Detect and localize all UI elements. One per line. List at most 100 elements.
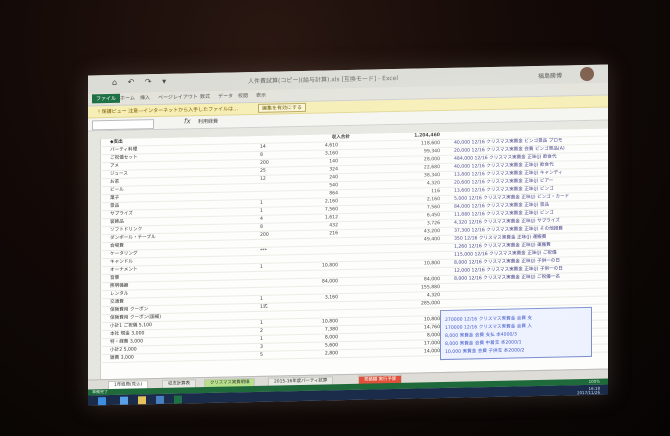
- cell-unit: 2: [260, 328, 263, 334]
- cell-amt: [350, 173, 390, 174]
- cell-qty: [298, 254, 338, 255]
- cell-unit: 1: [260, 320, 263, 326]
- cell-amt: [350, 221, 390, 222]
- cell-amt: [350, 245, 390, 246]
- cell-unit: 8: [260, 152, 263, 158]
- cell-unit: 200: [260, 160, 269, 166]
- cell-tot: 7,560: [426, 205, 440, 211]
- enable-editing-button[interactable]: 編集を有効にする: [258, 102, 307, 113]
- cell-qty: [298, 246, 338, 247]
- cell-amt: [350, 157, 390, 158]
- tab-file[interactable]: ファイル: [92, 93, 121, 104]
- cell-tot: 285,000: [421, 301, 440, 307]
- user-name[interactable]: 福島勝博: [538, 71, 562, 81]
- cell-tot: [400, 308, 440, 309]
- cell-qty: 540: [329, 183, 338, 189]
- cell-amt: [350, 285, 390, 286]
- cell-qty: 432: [329, 223, 338, 229]
- spreadsheet-grid[interactable]: ◆支出 収入合計 1,204,460 パーティ料理 14 4,610 118,600 4…: [88, 128, 608, 380]
- cell-unit: 1式: [260, 304, 268, 310]
- cell-unit: 8: [260, 224, 263, 230]
- clock[interactable]: 16:18 2017/11/26: [577, 386, 600, 395]
- notice-text: ! 保護ビュー 注意—インターネットから入手したファイルは…: [98, 106, 239, 116]
- cell-qty: 2,160: [324, 199, 338, 205]
- cell-amt: [350, 253, 390, 254]
- quick-access-toolbar[interactable]: ⌂ ↶ ↷ ▾: [112, 77, 170, 87]
- projected-screen: ⌂ ↶ ↷ ▾ 人件費試算(コピー)(給与計算).xls [互換モード] - E…: [88, 64, 608, 406]
- cell-amt: [350, 165, 390, 166]
- fx-icon[interactable]: fx: [184, 117, 191, 125]
- cell-amt: [350, 141, 390, 142]
- cell-tot: 38,340: [423, 173, 440, 179]
- cell-qty: 3,160: [324, 151, 338, 157]
- cell-tot: 10,800: [423, 261, 440, 267]
- cell-amt: [350, 205, 390, 206]
- tab-data[interactable]: データ: [218, 92, 233, 99]
- excel-icon[interactable]: [174, 395, 182, 404]
- cell-qty: 240: [329, 175, 338, 181]
- cell-amt: [350, 293, 390, 294]
- tab-view[interactable]: 表示: [256, 92, 266, 99]
- cell-amt: [350, 189, 390, 190]
- cell-unit: 3: [260, 344, 263, 350]
- windows-start-icon[interactable]: [98, 397, 106, 406]
- cell-tot: [400, 252, 440, 253]
- cell-qty: [298, 270, 338, 271]
- cell-amt: [350, 317, 390, 318]
- cell-amt: [350, 277, 390, 278]
- cell-tot: 8,000: [426, 333, 440, 339]
- cell-qty: 84,000: [321, 279, 338, 285]
- cell-tot: 155,880: [421, 285, 440, 291]
- cell-qty: 7,560: [324, 207, 338, 213]
- cell-amt: [350, 325, 390, 326]
- folder-icon[interactable]: [138, 396, 146, 405]
- cell-amt: [350, 269, 390, 270]
- income-total-label: 収入合計: [331, 134, 350, 141]
- cell-tot: 4,320: [426, 181, 440, 187]
- tab-insert[interactable]: 挿入: [140, 94, 150, 101]
- cell-amt: [350, 229, 390, 230]
- summary-line: 270000 12/16 クリスマス実費金 会費 支: [445, 316, 533, 323]
- cell-qty: 8,000: [324, 335, 338, 341]
- cell-tot: [400, 268, 440, 269]
- tab-formulas[interactable]: 数式: [200, 93, 210, 100]
- cell-qty: 2,800: [324, 351, 338, 357]
- cell-tot: 2,160: [426, 197, 440, 203]
- window-title: 人件費試算(コピー)(給与計算).xls [互換モード] - Excel: [248, 74, 399, 86]
- cell-amt: [350, 237, 390, 238]
- cell-qty: [298, 310, 338, 311]
- cell-unit: 1: [260, 208, 263, 214]
- avatar[interactable]: [580, 66, 594, 82]
- cell-tot: 28,000: [423, 157, 440, 163]
- cell-tot: 22,680: [423, 165, 440, 171]
- cell-unit: ***: [260, 248, 267, 254]
- zoom-level[interactable]: 100%: [589, 379, 600, 384]
- cell-unit: 1: [260, 296, 263, 302]
- app-icon[interactable]: [156, 395, 164, 405]
- cell-tot: 10,800: [423, 317, 440, 323]
- cell-qty: 5,600: [324, 343, 338, 349]
- summary-line: 8,000 実費金 会費 支払 本4000/3: [445, 332, 517, 339]
- cell-tot: [400, 244, 440, 245]
- cell-unit: 200: [260, 232, 269, 238]
- cell-tot: 6,450: [426, 213, 440, 219]
- name-box[interactable]: [92, 119, 154, 131]
- cell-tot: 14,760: [423, 325, 440, 331]
- cell-qty: 140: [329, 159, 338, 165]
- ie-icon[interactable]: [120, 396, 128, 405]
- tab-home[interactable]: ホーム: [120, 94, 135, 101]
- summary-line: 170000 12/16 クリスマス実費金 会費 入: [445, 324, 533, 331]
- summary-panel[interactable]: 270000 12/16 クリスマス実費金 会費 支 170000 12/16 …: [440, 306, 592, 361]
- tab-review[interactable]: 校閲: [238, 92, 248, 99]
- tab-page-layout[interactable]: ページレイアウト: [158, 93, 198, 101]
- cell-qty: 864: [329, 191, 338, 197]
- cell-unit: 1: [260, 336, 263, 342]
- cell-qty: [298, 238, 338, 239]
- formula-input[interactable]: 利用経費: [198, 118, 218, 125]
- cell-tot: 118,600: [421, 141, 440, 147]
- cell-tot: 116: [431, 189, 440, 195]
- cell-tot: 3,726: [426, 221, 440, 227]
- cell-qty: [298, 286, 338, 287]
- cell-qty: 10,800: [321, 263, 338, 269]
- cell-amt: [350, 301, 390, 302]
